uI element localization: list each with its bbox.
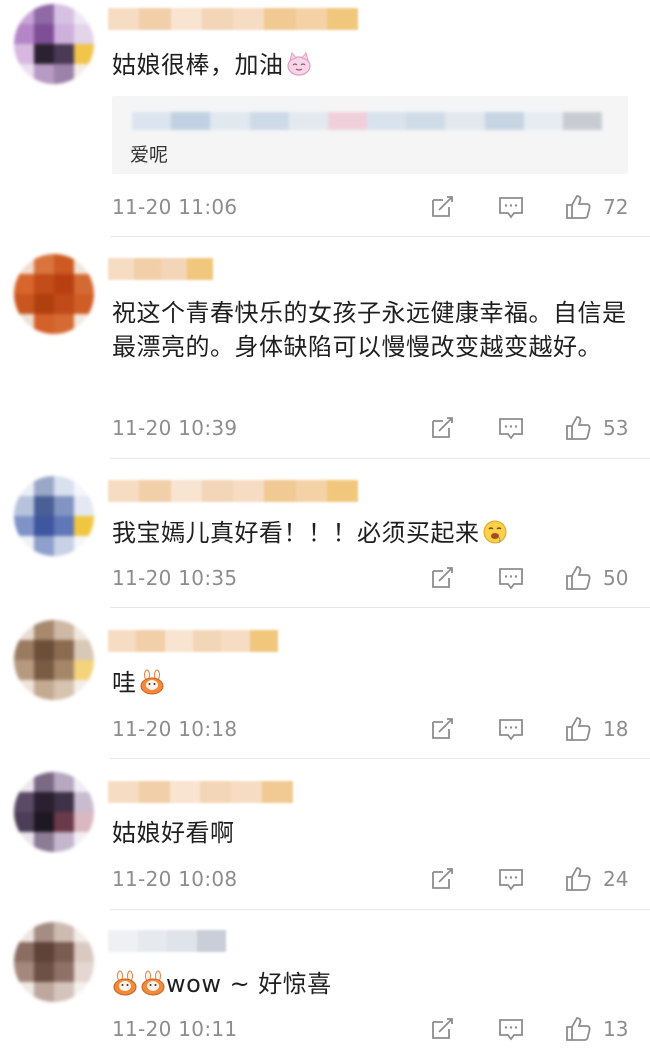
avatar[interactable] [14,620,94,700]
repost-icon[interactable] [428,1015,456,1043]
username[interactable] [108,258,213,280]
username[interactable] [108,8,358,30]
divider [110,909,650,910]
reply-icon[interactable] [497,715,525,743]
divider [110,758,650,759]
like-count: 53 [603,416,629,440]
comment-text: 我宝嫣儿真好看！！！必须买起来 [112,516,638,550]
drool-face-emoji [483,520,506,544]
avatar[interactable] [14,254,94,334]
repost-icon[interactable] [428,865,456,893]
comment-footer: 11-20 10:35 50 [112,564,638,594]
like-count: 50 [603,566,629,590]
avatar[interactable] [14,772,94,852]
thumbs-up-icon[interactable] [564,564,592,592]
bunny-emoji [113,970,137,996]
comment-text: wow ~ 好惊喜 [112,967,638,1001]
comment-footer: 11-20 10:39 53 [112,414,638,444]
username[interactable] [108,930,226,952]
repost-icon[interactable] [428,564,456,592]
reply-icon[interactable] [497,414,525,442]
avatar[interactable] [14,476,94,556]
cat-emoji [286,51,311,76]
comment-text: 姑娘好看啊 [112,819,235,847]
avatar[interactable] [14,4,94,84]
timestamp: 11-20 10:35 [112,566,238,590]
reply-icon[interactable] [497,193,525,221]
thumbs-up-icon[interactable] [564,715,592,743]
timestamp: 11-20 11:06 [112,195,238,219]
quoted-comment[interactable]: 爱呢 [112,96,628,174]
quoted-comment-blurred [132,112,603,130]
reply-icon[interactable] [497,865,525,893]
comment-footer: 11-20 11:06 72 [112,193,638,223]
comment-text: 姑娘很棒，加油 [112,48,638,82]
comment-footer: 11-20 10:11 13 [112,1015,638,1045]
thumbs-up-icon[interactable] [564,865,592,893]
thumbs-up-icon[interactable] [564,1015,592,1043]
comment-text: 哇 [112,666,638,700]
like-count: 18 [603,717,629,741]
comment-footer: 11-20 10:18 18 [112,715,638,745]
timestamp: 11-20 10:08 [112,867,238,891]
divider [110,607,650,608]
bunny-emoji [140,669,163,695]
like-count: 24 [603,867,629,891]
comment-footer: 11-20 10:08 24 [112,865,638,895]
like-count: 72 [603,195,629,219]
repost-icon[interactable] [428,715,456,743]
username[interactable] [108,781,293,803]
divider [110,236,650,237]
bunny-emoji [141,970,165,996]
divider [110,458,650,459]
username[interactable] [108,630,278,652]
quoted-comment-text: 爱呢 [130,144,169,166]
reply-icon[interactable] [497,564,525,592]
timestamp: 11-20 10:11 [112,1017,238,1041]
thumbs-up-icon[interactable] [564,193,592,221]
timestamp: 11-20 10:39 [112,416,238,440]
reply-icon[interactable] [497,1015,525,1043]
timestamp: 11-20 10:18 [112,717,238,741]
avatar[interactable] [14,922,94,1002]
thumbs-up-icon[interactable] [564,414,592,442]
username[interactable] [108,480,358,502]
like-count: 13 [603,1017,629,1041]
comment-text: 祝这个青春快乐的女孩子永远健康幸福。自信是最漂亮的。身体缺陷可以慢慢改变越变越好… [112,299,627,361]
repost-icon[interactable] [428,193,456,221]
repost-icon[interactable] [428,414,456,442]
